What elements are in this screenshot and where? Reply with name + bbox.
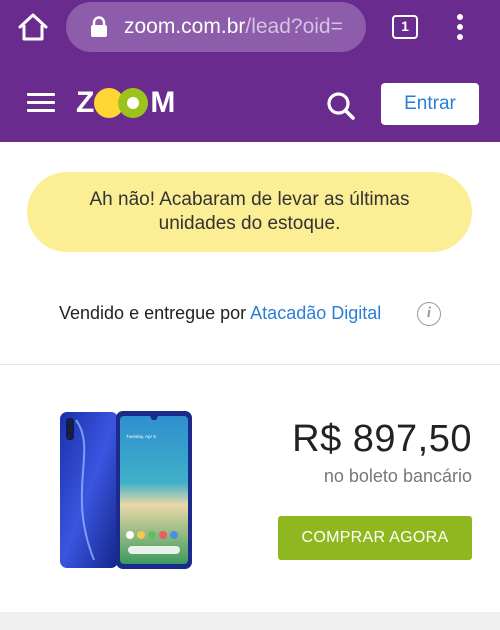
lock-icon xyxy=(91,16,107,37)
alert-line-2: unidades do estoque. xyxy=(158,213,341,234)
zoom-logo[interactable]: Z M xyxy=(76,86,175,120)
alert-line-1: Ah não! Acabaram de levar as últimas xyxy=(89,189,410,210)
seller-info: Vendido e entregue por Atacadão Digital xyxy=(59,303,381,324)
menu-icon[interactable] xyxy=(27,93,55,113)
buy-now-button[interactable]: COMPRAR AGORA xyxy=(278,516,472,560)
more-options-icon[interactable] xyxy=(454,14,466,40)
product-image[interactable]: Tuesday, Apr 9 xyxy=(58,410,192,570)
home-icon[interactable] xyxy=(16,12,50,42)
url-host: zoom.com.br xyxy=(124,15,246,38)
browser-toolbar: zoom.com.br/lead?oid= 1 xyxy=(0,0,500,56)
phone-lockscreen-time: Tuesday, Apr 9 xyxy=(126,434,156,439)
site-header: Z M Entrar xyxy=(0,56,500,142)
product-price: R$ 897,50 xyxy=(292,418,472,460)
info-icon[interactable]: i xyxy=(417,302,441,326)
tab-switcher-button[interactable]: 1 xyxy=(392,15,418,39)
logo-green-circle xyxy=(118,88,149,118)
seller-link[interactable]: Atacadão Digital xyxy=(250,303,381,323)
logo-letter-m: M xyxy=(150,86,175,119)
seller-prefix: Vendido e entregue por xyxy=(59,303,251,323)
url-path: /lead?oid= xyxy=(245,15,343,38)
section-separator xyxy=(0,612,500,630)
divider xyxy=(0,364,500,365)
address-bar[interactable]: zoom.com.br/lead?oid= xyxy=(66,2,366,52)
url-text: zoom.com.br/lead?oid= xyxy=(124,15,360,39)
logo-letter-z: Z xyxy=(76,86,94,119)
price-payment-note: no boleto bancário xyxy=(323,466,472,486)
login-button[interactable]: Entrar xyxy=(381,83,479,125)
search-icon[interactable] xyxy=(326,91,356,121)
out-of-stock-alert: Ah não! Acabaram de levar as últimas uni… xyxy=(27,172,472,252)
